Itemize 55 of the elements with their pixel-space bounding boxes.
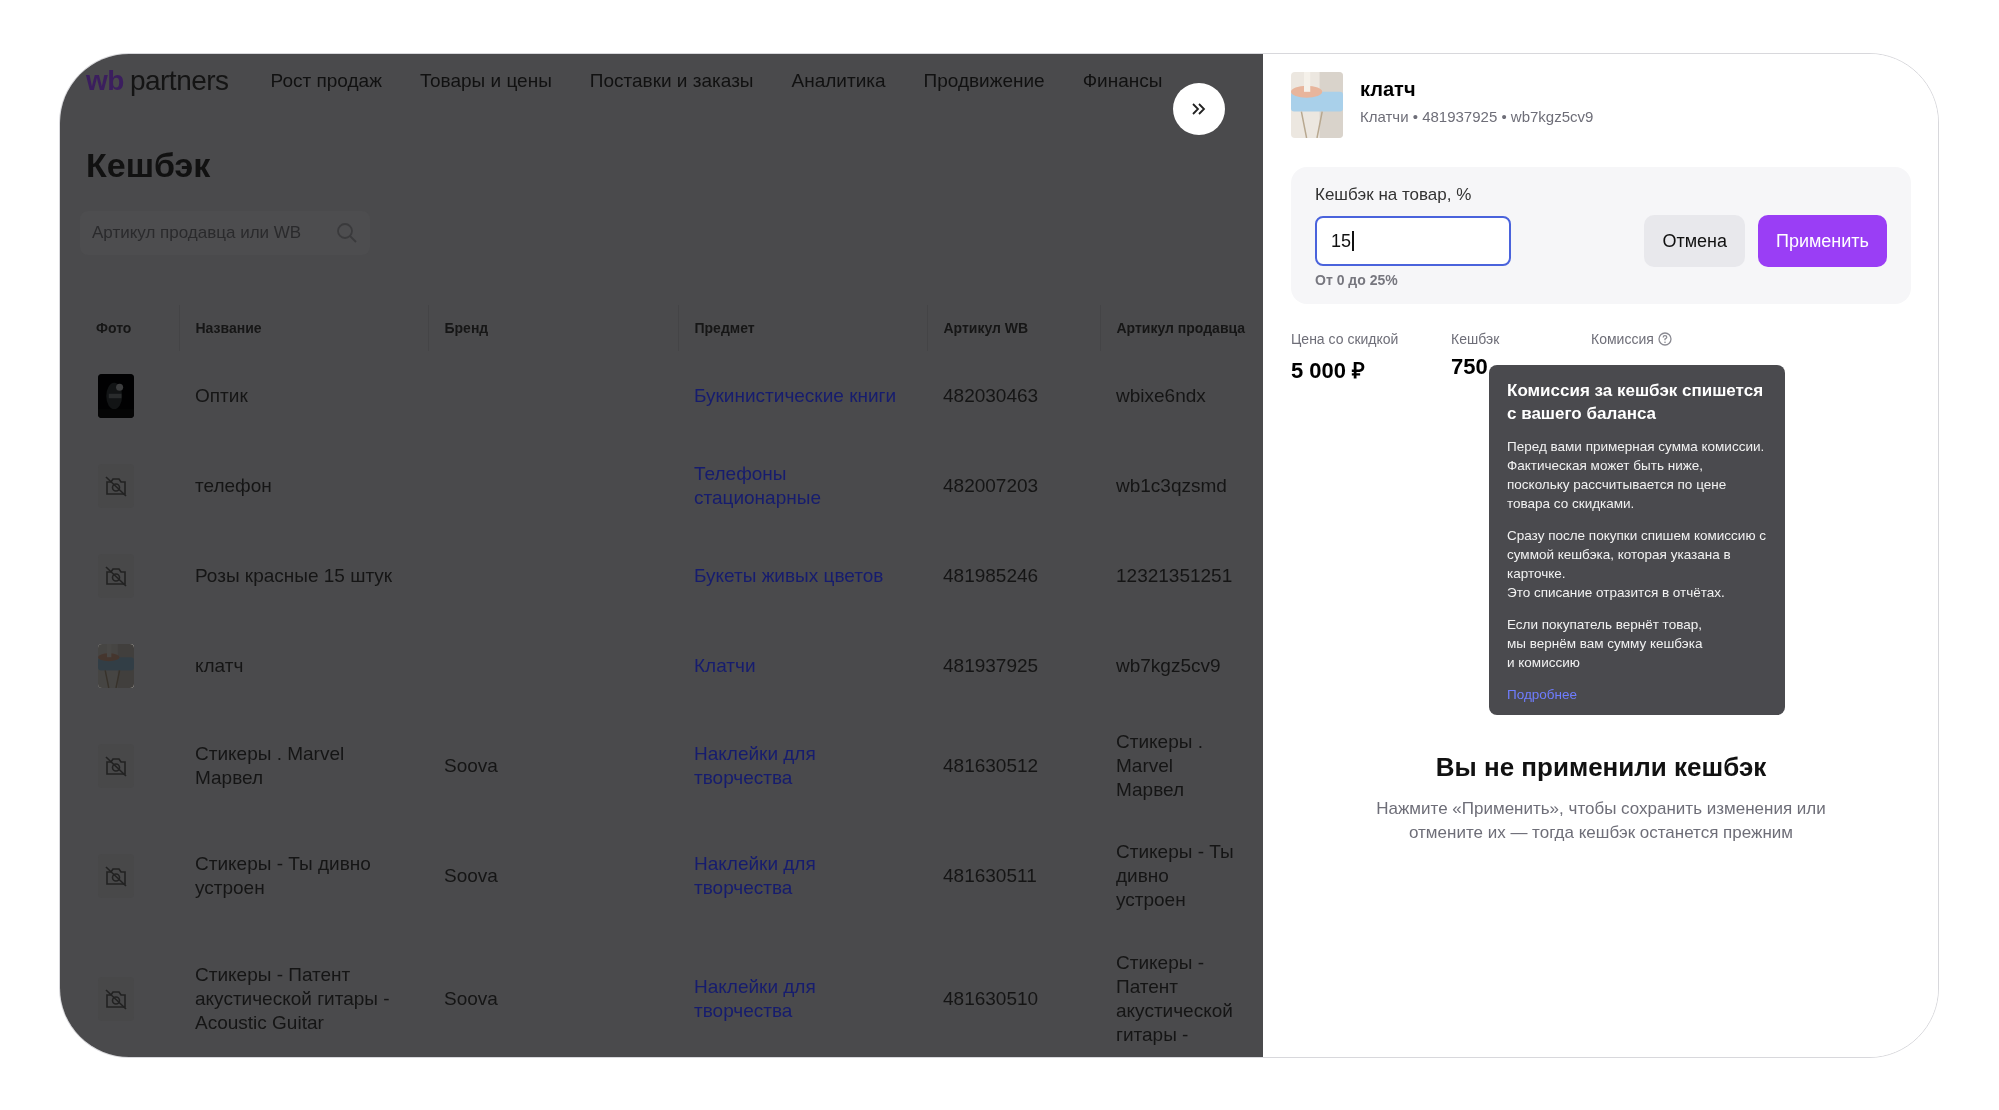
wb-article: 481937925 bbox=[943, 654, 1040, 678]
nav-link[interactable]: Продвижение bbox=[923, 70, 1045, 92]
product-name: Стикеры - Патент акустической гитары - Acoustic Guitar bbox=[195, 963, 391, 1035]
apply-button[interactable]: Применить bbox=[1758, 215, 1887, 267]
no-photo-icon bbox=[104, 755, 128, 777]
stat-value: 750 bbox=[1451, 354, 1489, 380]
empty-state-title: Вы не применили кешбэк bbox=[1435, 752, 1767, 783]
wb-article: 481985246 bbox=[943, 564, 1040, 588]
nav-link[interactable]: Товары и цены bbox=[419, 70, 552, 92]
tooltip-text: Если покупатель вернёт товар, мы вернём вам сумму кешбэка и комиссию bbox=[1507, 616, 1704, 672]
seller-article: wb7kgz5cv9 bbox=[1116, 654, 1222, 678]
product-title: клатч bbox=[1360, 78, 1417, 101]
help-icon[interactable] bbox=[1657, 332, 1672, 346]
double-chevron-icon bbox=[1191, 102, 1207, 116]
tooltip-text: Перед вами примерная сумма комиссии. Фактическая может быть ниже, поскольку рассчитывается по цене товара со скидками. bbox=[1507, 438, 1766, 513]
tooltip-text: Сразу после покупки спишем комиссию с суммой кешбэка, которая указана в карточке. Это списание отразится в отчётах. bbox=[1507, 527, 1767, 602]
seller-article: wbixe6ndx bbox=[1116, 384, 1207, 408]
stat-value: 5 000 ₽ bbox=[1291, 357, 1367, 384]
wb-article: 481630512 bbox=[943, 754, 1040, 778]
tooltip-title: Комиссия за кешбэк спишется с вашего баланса bbox=[1507, 380, 1765, 425]
more-link[interactable]: Подробнее bbox=[1507, 687, 1577, 702]
seller-article: Стикеры . Marvel Марвел bbox=[1116, 730, 1204, 802]
seller-article: wb1c3qzsmd bbox=[1116, 474, 1228, 498]
brand-name: Soova bbox=[444, 754, 499, 778]
wb-article: 481630511 bbox=[943, 864, 1038, 888]
nav-link[interactable]: Поставки и заказы bbox=[589, 70, 754, 92]
stat-label: Комиссия bbox=[1591, 331, 1654, 347]
no-photo-icon bbox=[104, 988, 128, 1010]
wb-article: 482007203 bbox=[943, 474, 1040, 498]
product-name: Оптик bbox=[195, 384, 249, 408]
stat-label: Кешбэк bbox=[1451, 331, 1500, 347]
wb-article: 481630510 bbox=[943, 987, 1040, 1011]
no-photo-icon bbox=[104, 565, 128, 587]
page-title: Кешбэк bbox=[86, 145, 211, 185]
brand-name: Soova bbox=[444, 987, 499, 1011]
cashback-input[interactable]: 15 bbox=[1315, 216, 1511, 266]
cancel-button[interactable]: Отмена bbox=[1644, 215, 1745, 267]
nav-link[interactable]: Аналитика bbox=[791, 70, 886, 92]
stat-label: Цена со скидкой bbox=[1291, 331, 1399, 347]
no-photo-icon bbox=[104, 865, 128, 887]
product-name: Розы красные 15 штук bbox=[195, 564, 394, 588]
wb-article: 482030463 bbox=[943, 384, 1040, 408]
no-photo-icon bbox=[104, 475, 128, 497]
product-name: телефон bbox=[195, 474, 273, 498]
field-hint: От 0 до 25% bbox=[1315, 272, 1399, 288]
expand-button[interactable] bbox=[1173, 83, 1225, 135]
empty-state-text: Нажмите «Применить», чтобы сохранить изменения или отмените их — тогда кешбэк останется прежним bbox=[1375, 798, 1827, 844]
product-meta: Клатчи • 481937925 • wb7kgz5cv9 bbox=[1360, 108, 1594, 125]
seller-article: 12321351251 bbox=[1116, 564, 1234, 588]
nav-link[interactable]: Финансы bbox=[1082, 70, 1163, 92]
field-label: Кешбэк на товар, % bbox=[1315, 185, 1473, 205]
product-name: клатч bbox=[195, 654, 245, 678]
product-name: Стикеры . Marvel Марвел bbox=[195, 742, 346, 790]
nav-link[interactable]: Рост продаж bbox=[270, 70, 382, 92]
brand-name: Soova bbox=[444, 864, 499, 888]
